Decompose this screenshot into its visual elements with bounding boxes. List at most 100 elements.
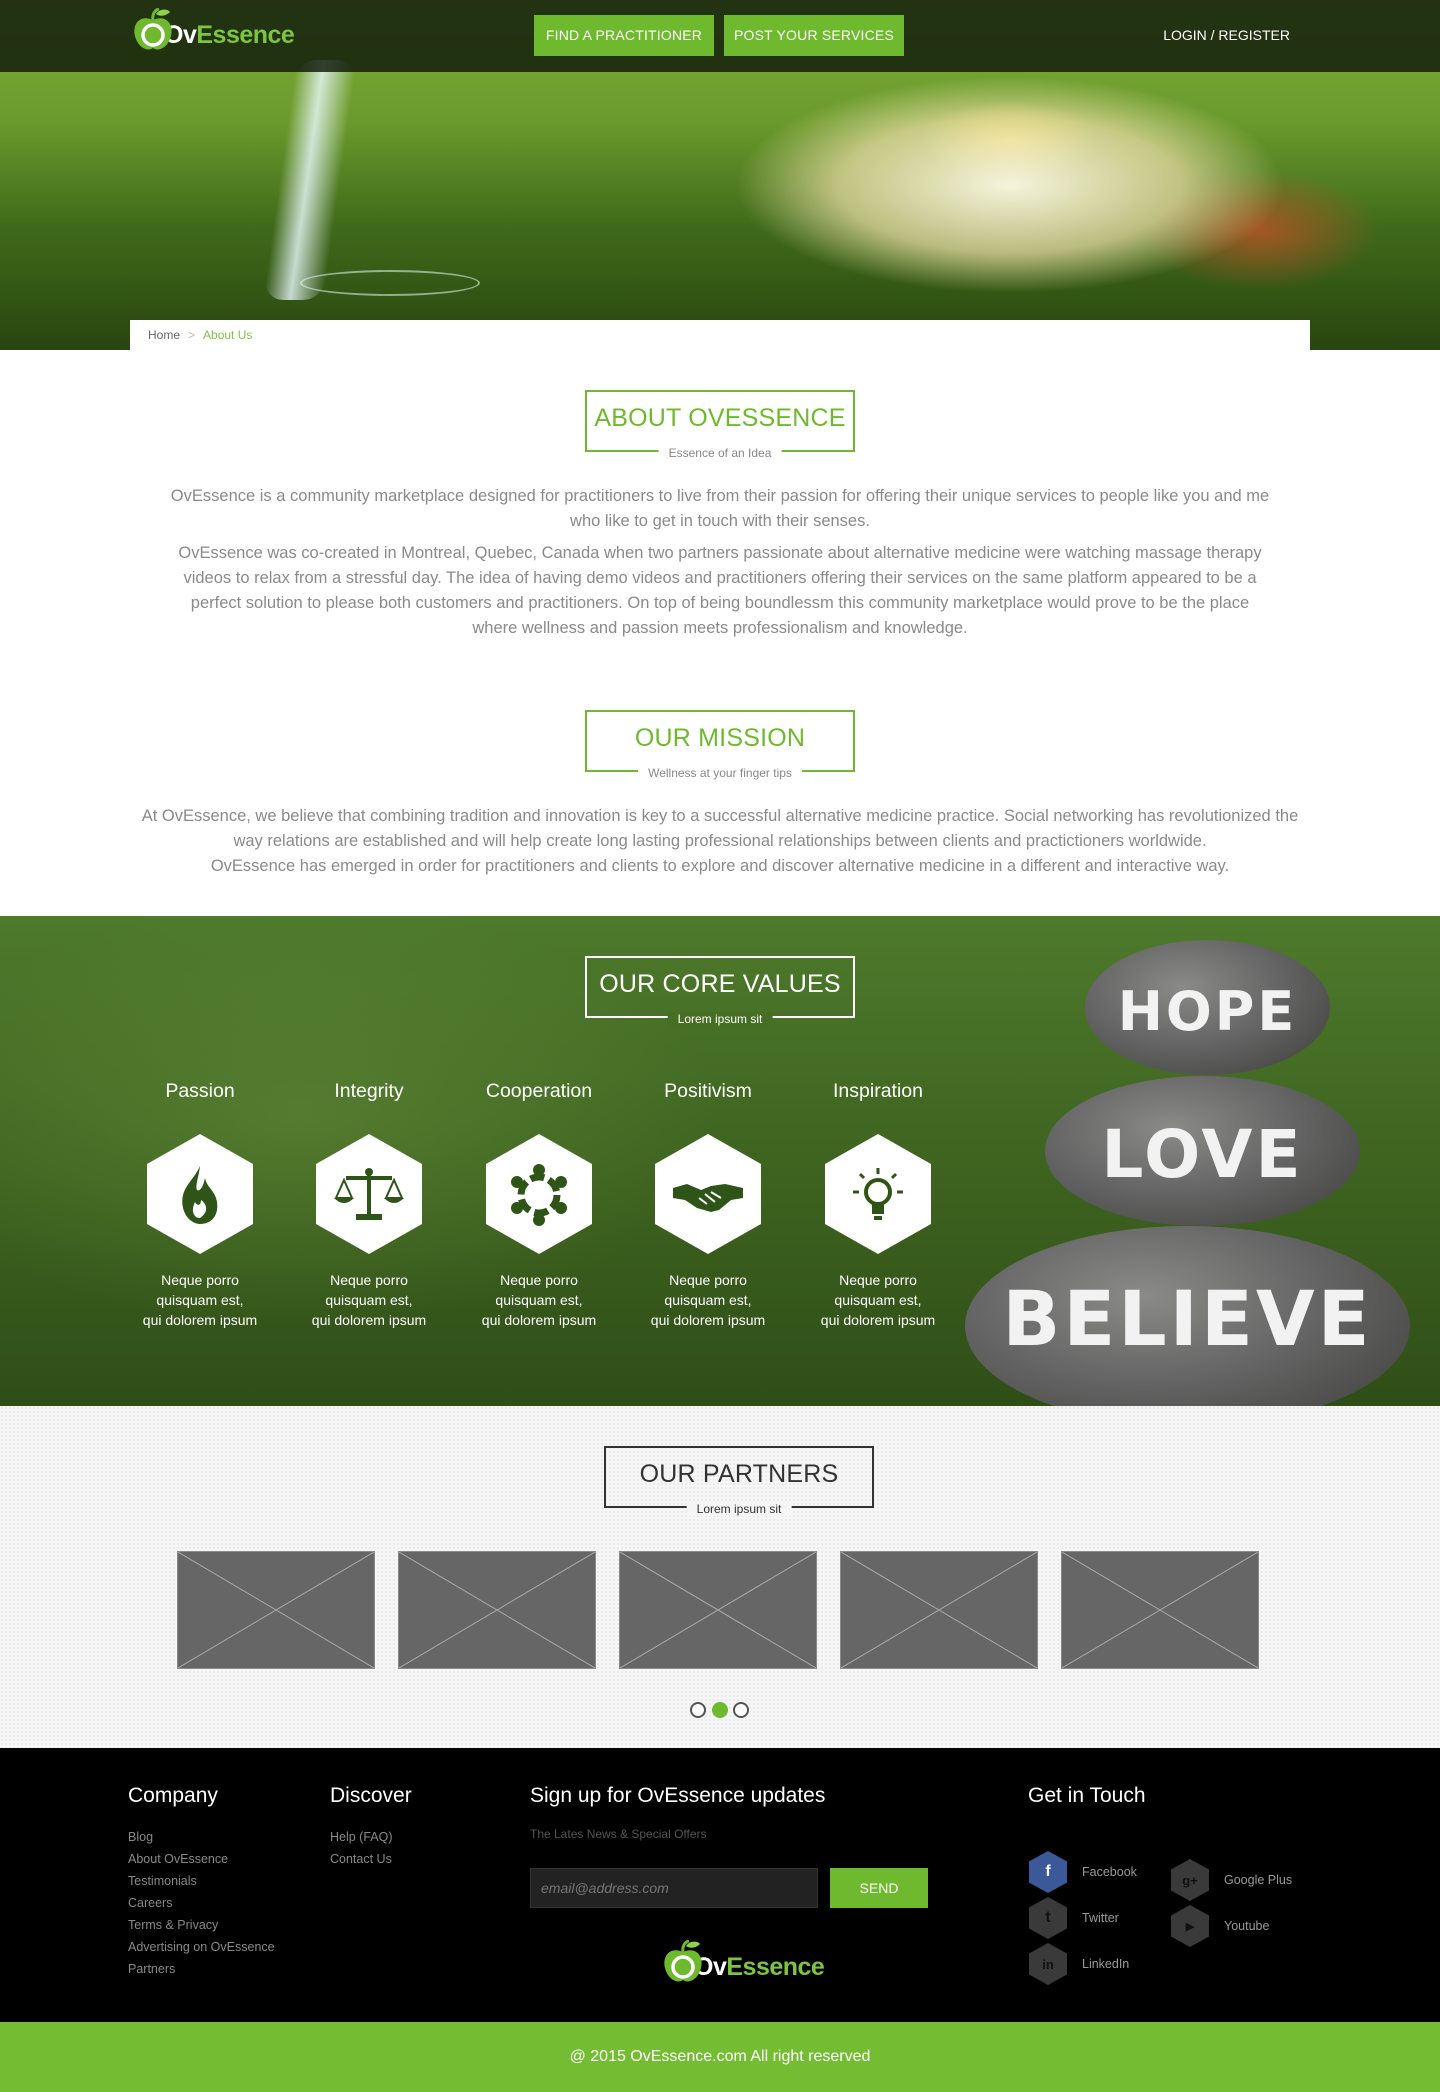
breadcrumb-current: About Us — [203, 328, 253, 342]
social-googleplus-link[interactable]: g+ Google Plus — [1170, 1858, 1292, 1902]
partner-logo-placeholder[interactable] — [840, 1551, 1038, 1669]
social-label: LinkedIn — [1082, 1957, 1130, 1971]
carousel-dot[interactable] — [690, 1702, 706, 1718]
footer-link-careers[interactable]: Careers — [128, 1892, 275, 1914]
partner-logo-placeholder[interactable] — [1061, 1551, 1259, 1669]
core-value-text-line: qui dolorem ipsum — [820, 1312, 936, 1328]
site-logo[interactable]: OvEssence — [130, 7, 295, 50]
footer-link-testimonials[interactable]: Testimonials — [128, 1870, 275, 1892]
core-value-inspiration: Inspiration Neque porro quisquam est, qu… — [808, 1080, 948, 1330]
partners-title-frame: OUR PARTNERS Lorem ipsum sit — [604, 1446, 874, 1516]
about-text: OvEssence is a community marketplace des… — [130, 484, 1310, 648]
stone-word-believe: BELIEVE — [1002, 1274, 1373, 1363]
about-paragraph-1: OvEssence is a community marketplace des… — [170, 487, 1270, 530]
core-value-cooperation: Cooperation Neque porro quisquam est, qu… — [469, 1080, 609, 1330]
logo-text-essence: Essence — [726, 1953, 825, 1981]
core-value-title: Integrity — [334, 1080, 404, 1102]
core-value-text-line: quisquam est, — [834, 1292, 922, 1308]
newsletter-send-button[interactable]: SEND — [830, 1868, 928, 1908]
copyright-bar: @ 2015 OvEssence.com All right reserved — [0, 2022, 1440, 2092]
facebook-icon: f — [1028, 1850, 1068, 1894]
top-navigation: OvEssence FIND A PRACTITIONER POST YOUR … — [0, 0, 1440, 72]
social-twitter-link[interactable]: t Twitter — [1028, 1896, 1119, 1940]
social-linkedin-link[interactable]: in LinkedIn — [1028, 1942, 1129, 1986]
core-value-text-line: Neque porro — [500, 1272, 578, 1288]
footer-signup-subtitle: The Lates News & Special Offers — [530, 1827, 707, 1841]
partner-logo-placeholder[interactable] — [177, 1551, 375, 1669]
footer-company-heading: Company — [128, 1784, 218, 1807]
footer-link-about[interactable]: About OvEssence — [128, 1848, 275, 1870]
carousel-dot[interactable] — [733, 1702, 749, 1718]
core-value-integrity: Integrity Neque porro quisquam est, qui … — [299, 1080, 439, 1330]
lightbulb-icon — [823, 1132, 933, 1256]
mission-paragraph-1: At OvEssence, we believe that combining … — [141, 807, 1299, 850]
about-title-frame: ABOUT OVESSENCE Essence of an Idea — [585, 390, 855, 460]
mission-title: OUR MISSION — [634, 724, 806, 752]
breadcrumb-home-link[interactable]: Home — [148, 328, 180, 342]
water-stream-graphic — [263, 60, 357, 300]
linkedin-icon: in — [1028, 1942, 1068, 1986]
core-value-title: Passion — [165, 1080, 235, 1102]
footer-link-blog[interactable]: Blog — [128, 1826, 275, 1848]
stone-love: LOVE — [1045, 1076, 1360, 1226]
partners-section: OUR PARTNERS Lorem ipsum sit — [0, 1406, 1440, 1748]
youtube-icon: ▶ — [1170, 1904, 1210, 1948]
water-ripple-graphic — [300, 270, 480, 296]
mission-title-frame: OUR MISSION Wellness at your finger tips — [585, 710, 855, 780]
stone-hope: HOPE — [1085, 940, 1330, 1075]
about-paragraph-2: OvEssence was co-created in Montreal, Qu… — [178, 544, 1262, 637]
login-register-link[interactable]: LOGIN / REGISTER — [1163, 27, 1290, 43]
scales-icon — [314, 1132, 424, 1256]
footer-discover-heading: Discover — [330, 1784, 412, 1807]
footer-discover-links: Help (FAQ) Contact Us — [330, 1826, 393, 1870]
about-title: ABOUT OVESSENCE — [594, 404, 846, 432]
social-label: Google Plus — [1224, 1873, 1293, 1887]
footer-logo[interactable]: OvEssence — [660, 1939, 825, 1982]
footer-link-terms[interactable]: Terms & Privacy — [128, 1914, 275, 1936]
googleplus-icon: g+ — [1170, 1858, 1210, 1902]
core-value-title: Cooperation — [485, 1080, 593, 1102]
footer-company-links: Blog About OvEssence Testimonials Career… — [128, 1826, 275, 1980]
breadcrumb: Home > About Us — [130, 320, 1310, 350]
partners-title: OUR PARTNERS — [639, 1460, 839, 1488]
social-label: Twitter — [1082, 1911, 1119, 1925]
core-values-title: OUR CORE VALUES — [599, 970, 841, 998]
core-value-text-line: Neque porro — [669, 1272, 747, 1288]
footer-link-help[interactable]: Help (FAQ) — [330, 1826, 393, 1848]
social-label: Youtube — [1224, 1919, 1270, 1933]
stone-believe: BELIEVE — [965, 1226, 1410, 1406]
social-facebook-link[interactable]: f Facebook — [1028, 1850, 1137, 1894]
post-services-button[interactable]: POST YOUR SERVICES — [724, 15, 904, 56]
footer-signup-heading: Sign up for OvEssence updates — [530, 1784, 826, 1807]
footer: Company Blog About OvEssence Testimonial… — [0, 1748, 1440, 2022]
social-label: Facebook — [1082, 1865, 1137, 1879]
footer-link-contact[interactable]: Contact Us — [330, 1848, 393, 1870]
stone-word-love: LOVE — [1101, 1116, 1304, 1193]
about-subtitle: Essence of an Idea — [658, 446, 782, 460]
core-values-subtitle: Lorem ipsum sit — [667, 1012, 773, 1026]
core-value-text-line: quisquam est, — [664, 1292, 752, 1308]
newsletter-email-input[interactable] — [530, 1868, 818, 1908]
footer-link-partners[interactable]: Partners — [128, 1958, 275, 1980]
apple-logo-icon — [130, 7, 176, 50]
partners-subtitle: Lorem ipsum sit — [686, 1502, 792, 1516]
core-value-text-line: qui dolorem ipsum — [142, 1312, 258, 1328]
core-value-text-line: quisquam est, — [495, 1292, 583, 1308]
social-youtube-link[interactable]: ▶ Youtube — [1170, 1904, 1269, 1948]
twitter-icon: t — [1028, 1896, 1068, 1940]
carousel-dot-active[interactable] — [712, 1702, 728, 1718]
footer-link-advertising[interactable]: Advertising on OvEssence — [128, 1936, 275, 1958]
core-value-text-line: qui dolorem ipsum — [650, 1312, 766, 1328]
core-value-text-line: qui dolorem ipsum — [481, 1312, 597, 1328]
partner-logo-placeholder[interactable] — [619, 1551, 817, 1669]
mission-text: At OvEssence, we believe that combining … — [140, 804, 1300, 886]
find-practitioner-button[interactable]: FIND A PRACTITIONER — [534, 15, 714, 56]
core-value-title: Inspiration — [833, 1080, 923, 1102]
core-value-text-line: Neque porro — [330, 1272, 408, 1288]
mission-subtitle: Wellness at your finger tips — [638, 766, 802, 780]
stone-word-hope: HOPE — [1117, 980, 1298, 1043]
partner-logo-placeholder[interactable] — [398, 1551, 596, 1669]
flame-icon — [145, 1132, 255, 1256]
apple-logo-icon — [660, 1939, 706, 1982]
mission-paragraph-2: OvEssence has emerged in order for pract… — [210, 857, 1230, 875]
